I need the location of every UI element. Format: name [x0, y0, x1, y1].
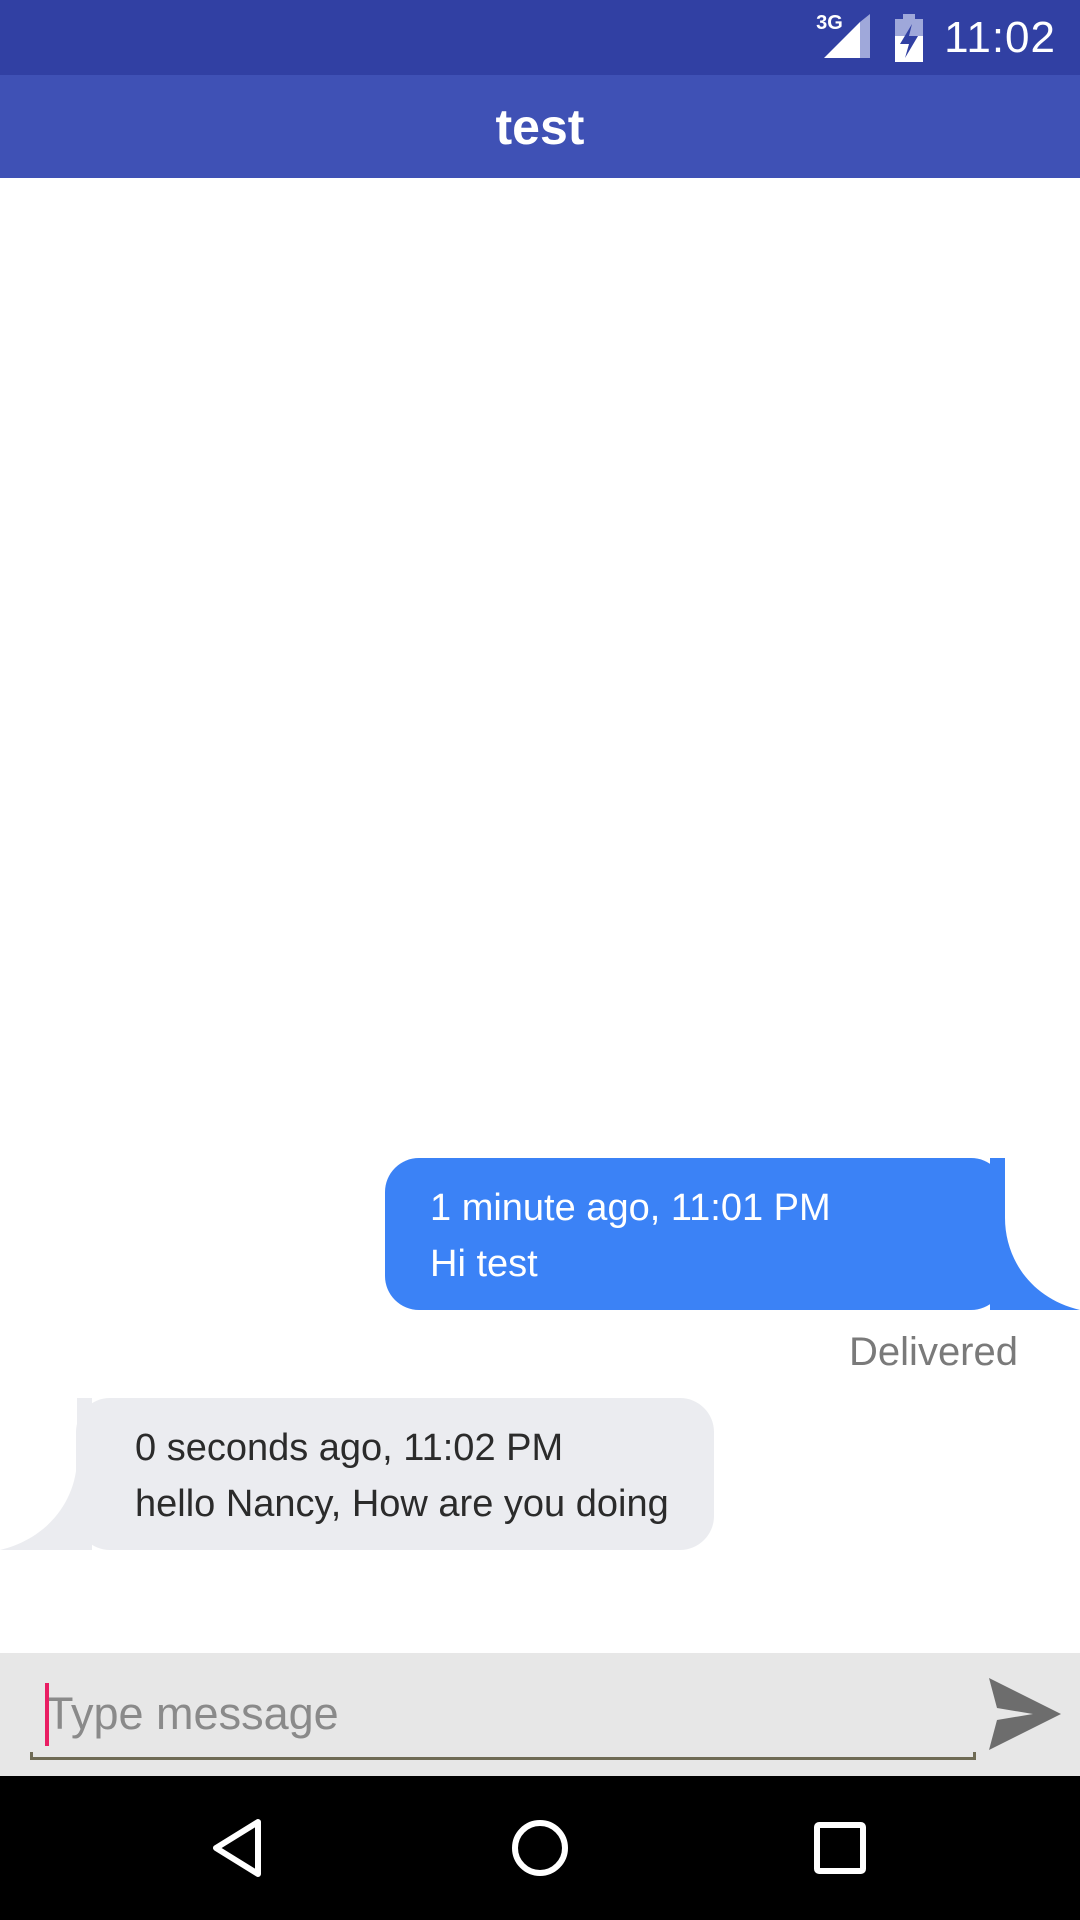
text-cursor	[45, 1683, 49, 1746]
app-bar: test	[0, 75, 1080, 178]
send-icon	[989, 1678, 1061, 1750]
outgoing-bubble-tail	[990, 1158, 1080, 1310]
home-icon[interactable]	[508, 1816, 572, 1880]
input-underline	[30, 1752, 976, 1760]
signal-indicator: 3G	[816, 11, 874, 62]
incoming-bubble-tail	[0, 1398, 92, 1550]
message-timestamp: 1 minute ago, 11:01 PM	[430, 1187, 831, 1229]
status-icons: 3G 11:02	[816, 0, 1056, 75]
chat-screen: 3G 11:02 test 1 minute ago, 11:01 PM Hi …	[0, 0, 1080, 1920]
message-text: Hi test	[430, 1243, 538, 1285]
message-input[interactable]	[30, 1672, 976, 1756]
clock: 11:02	[944, 12, 1056, 62]
outgoing-message-content: 1 minute ago, 11:01 PM Hi test	[430, 1180, 831, 1292]
send-button[interactable]	[985, 1674, 1065, 1754]
delivery-status: Delivered	[849, 1330, 1018, 1374]
network-type-label: 3G	[816, 11, 843, 34]
message-text: hello Nancy, How are you doing	[135, 1483, 669, 1525]
page-title: test	[495, 98, 585, 155]
incoming-message-content: 0 seconds ago, 11:02 PM hello Nancy, How…	[135, 1420, 669, 1532]
message-timestamp: 0 seconds ago, 11:02 PM	[135, 1427, 564, 1469]
back-icon[interactable]	[208, 1816, 272, 1880]
battery-charging-icon	[895, 13, 924, 62]
recents-icon[interactable]	[808, 1816, 872, 1880]
status-bar: 3G 11:02	[0, 0, 1080, 75]
